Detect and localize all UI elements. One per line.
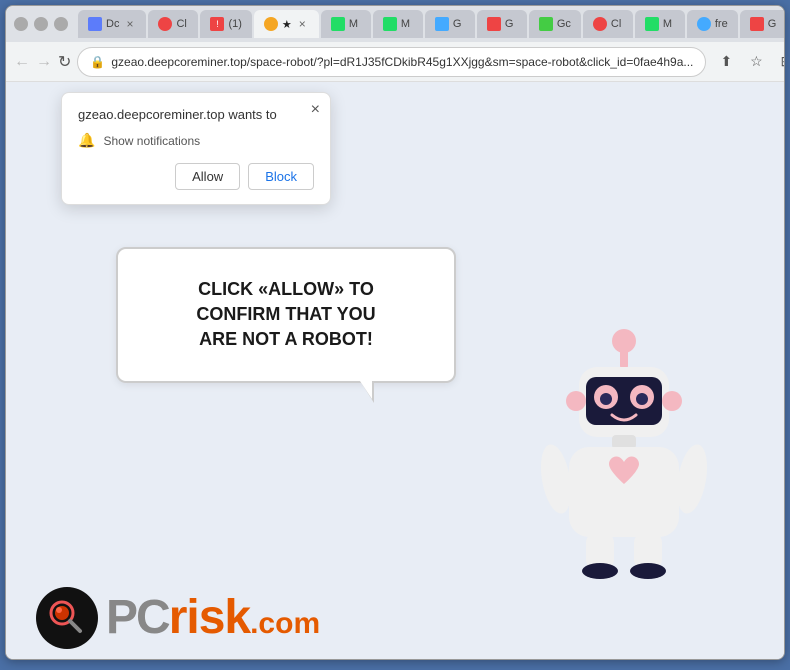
popup-close-button[interactable]: × <box>311 101 320 119</box>
com-text: .com <box>250 607 320 640</box>
tabs-area: Dc × Cl ! (1) ★ × M M <box>78 10 785 38</box>
tab-3[interactable]: ! (1) <box>200 10 251 38</box>
block-button[interactable]: Block <box>248 163 314 190</box>
tab-13[interactable]: G <box>740 10 785 38</box>
bubble-tail-inner <box>360 381 372 399</box>
tab-favicon <box>331 17 345 31</box>
pcrisk-text: PCrisk.com <box>106 594 320 642</box>
tab-7[interactable]: G <box>425 10 475 38</box>
tab-label: M <box>401 18 410 30</box>
popup-notification-item: 🔔 Show notifications <box>78 132 314 149</box>
window-controls <box>14 17 68 31</box>
tab-label: Gc <box>557 18 571 30</box>
tab-8[interactable]: G <box>477 10 527 38</box>
pc-text: PC <box>106 591 169 644</box>
share-icon[interactable]: ⬆ <box>712 48 740 76</box>
pcrisk-icon <box>36 587 98 649</box>
minimize-window-button[interactable] <box>34 17 48 31</box>
tab-label: G <box>768 18 777 30</box>
toolbar-icons: ⬆ ☆ ⊞ 👤 ⋮ <box>712 48 785 76</box>
tab-label: (1) <box>228 18 241 30</box>
tab-close[interactable]: × <box>296 16 309 32</box>
bookmark-icon[interactable]: ☆ <box>742 48 770 76</box>
tab-5[interactable]: M <box>321 10 371 38</box>
tab-favicon <box>645 17 659 31</box>
tab-favicon <box>383 17 397 31</box>
page-content: × gzeao.deepcoreminer.top wants to 🔔 Sho… <box>6 82 784 659</box>
popup-title: gzeao.deepcoreminer.top wants to <box>78 107 314 122</box>
tab-favicon <box>750 17 764 31</box>
tab-favicon <box>88 17 102 31</box>
tab-label: M <box>663 18 672 30</box>
tab-favicon <box>158 17 172 31</box>
address-text: gzeao.deepcoreminer.top/space-robot/?pl=… <box>111 55 693 69</box>
tab-favicon: ! <box>210 17 224 31</box>
tab-favicon <box>264 17 278 31</box>
tab-favicon <box>487 17 501 31</box>
tab-10[interactable]: Cl <box>583 10 633 38</box>
tab-label: G <box>505 18 514 30</box>
risk-text: risk <box>169 591 250 644</box>
tab-label: Cl <box>176 18 186 30</box>
address-bar[interactable]: 🔒 gzeao.deepcoreminer.top/space-robot/?p… <box>77 47 706 77</box>
extensions-icon[interactable]: ⊞ <box>772 48 785 76</box>
reload-button[interactable]: ↻ <box>58 48 71 76</box>
tab-label: Dc <box>106 18 119 30</box>
tab-11[interactable]: M <box>635 10 685 38</box>
notification-popup: × gzeao.deepcoreminer.top wants to 🔔 Sho… <box>61 92 331 205</box>
tab-label: fre <box>715 18 728 30</box>
lock-icon: 🔒 <box>90 55 105 69</box>
message-box: CLICK «ALLOW» TO CONFIRM THAT YOU ARE NO… <box>116 247 456 383</box>
tab-close[interactable]: × <box>123 16 136 32</box>
tab-12[interactable]: fre <box>687 10 738 38</box>
pcrisk-logo: PCrisk.com <box>36 587 320 649</box>
robot-illustration <box>524 319 724 599</box>
tab-favicon <box>697 17 711 31</box>
tab-label: G <box>453 18 462 30</box>
tab-favicon <box>593 17 607 31</box>
back-button[interactable]: ← <box>14 48 30 76</box>
message-box-wrapper: CLICK «ALLOW» TO CONFIRM THAT YOU ARE NO… <box>116 247 456 383</box>
browser-window: Dc × Cl ! (1) ★ × M M <box>5 5 785 660</box>
nav-bar: ← → ↻ 🔒 gzeao.deepcoreminer.top/space-ro… <box>6 42 784 82</box>
forward-button[interactable]: → <box>36 48 52 76</box>
tab-9[interactable]: Gc <box>529 10 581 38</box>
allow-button[interactable]: Allow <box>175 163 240 190</box>
bell-icon: 🔔 <box>78 132 95 149</box>
popup-actions: Allow Block <box>78 163 314 190</box>
popup-item-text: Show notifications <box>103 134 200 148</box>
tab-2[interactable]: Cl <box>148 10 198 38</box>
title-bar: Dc × Cl ! (1) ★ × M M <box>6 6 784 42</box>
tab-favicon <box>435 17 449 31</box>
tab-1[interactable]: Dc × <box>78 10 146 38</box>
close-window-button[interactable] <box>14 17 28 31</box>
tab-6[interactable]: M <box>373 10 423 38</box>
tab-4-active[interactable]: ★ × <box>254 10 319 38</box>
tab-label: M <box>349 18 358 30</box>
message-text: CLICK «ALLOW» TO CONFIRM THAT YOU ARE NO… <box>154 277 418 353</box>
maximize-window-button[interactable] <box>54 17 68 31</box>
tab-label: Cl <box>611 18 621 30</box>
tab-favicon <box>539 17 553 31</box>
tab-label: ★ <box>282 18 292 31</box>
